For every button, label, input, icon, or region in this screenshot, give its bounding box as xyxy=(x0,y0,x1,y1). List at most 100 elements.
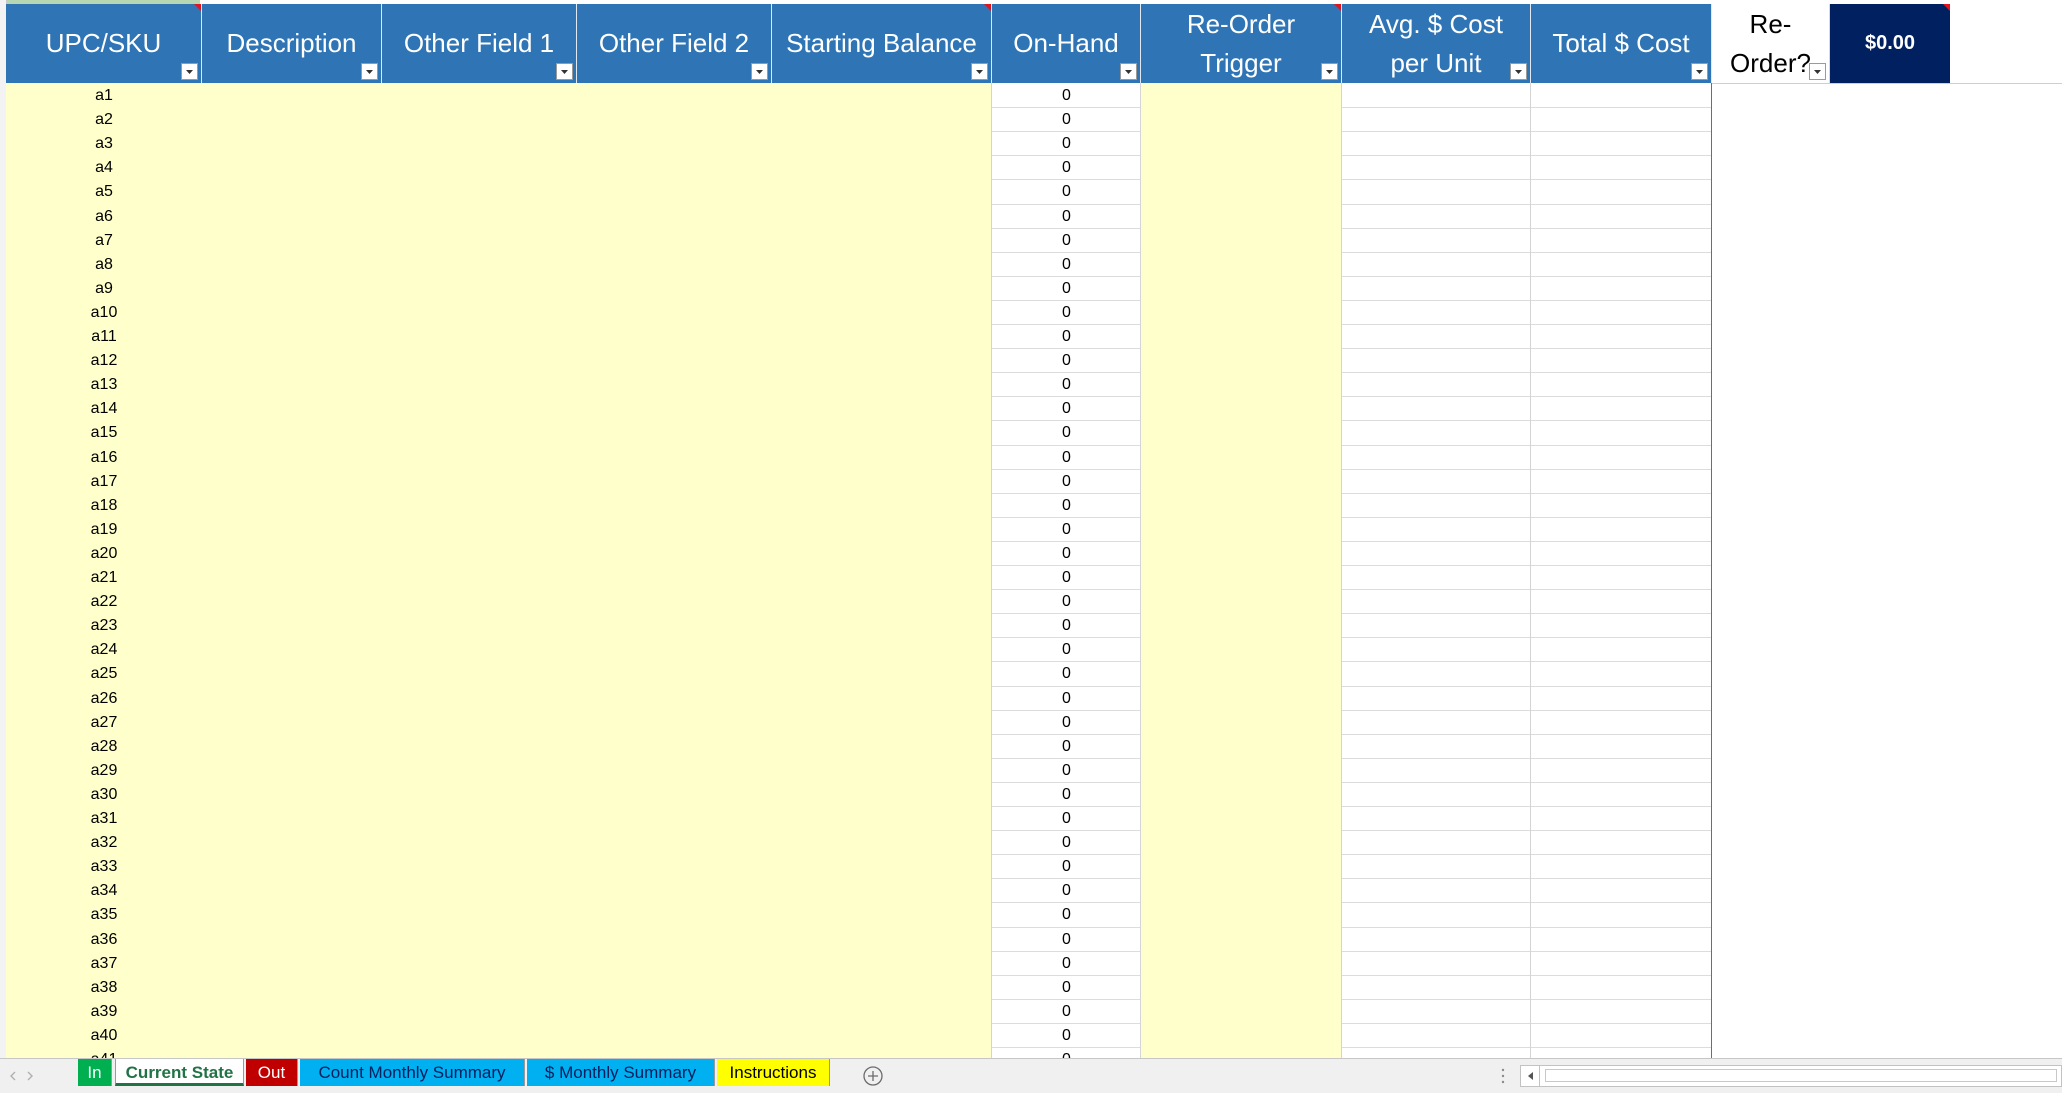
cell-sku[interactable]: a10 xyxy=(6,301,202,325)
cell-sku[interactable]: a4 xyxy=(6,156,202,180)
dropdown-filter-icon[interactable] xyxy=(1321,63,1338,80)
column-header-trigger[interactable]: Re-Order Trigger xyxy=(1141,4,1342,83)
cell-on-hand[interactable]: 0 xyxy=(992,325,1141,349)
dropdown-filter-icon[interactable] xyxy=(556,63,573,80)
dropdown-filter-icon[interactable] xyxy=(361,63,378,80)
cell-on-hand[interactable]: 0 xyxy=(992,976,1141,1000)
cell-sku[interactable]: a17 xyxy=(6,470,202,494)
cell-sku[interactable]: a29 xyxy=(6,759,202,783)
cell-sku[interactable]: a18 xyxy=(6,494,202,518)
split-handle-icon[interactable] xyxy=(1499,1067,1507,1085)
column-header-onhand[interactable]: On-Hand xyxy=(992,4,1141,83)
chevron-right-icon[interactable] xyxy=(22,1067,38,1085)
cell-sku[interactable]: a11 xyxy=(6,325,202,349)
cell-on-hand[interactable]: 0 xyxy=(992,735,1141,759)
cell-on-hand[interactable]: 0 xyxy=(992,253,1141,277)
cell-on-hand[interactable]: 0 xyxy=(992,84,1141,108)
cell-on-hand[interactable]: 0 xyxy=(992,928,1141,952)
cell-sku[interactable]: a14 xyxy=(6,397,202,421)
cell-on-hand[interactable]: 0 xyxy=(992,952,1141,976)
dropdown-filter-icon[interactable] xyxy=(751,63,768,80)
horizontal-scrollbar[interactable] xyxy=(1520,1065,2062,1087)
sheet-tab-count-monthly-summary[interactable]: Count Monthly Summary xyxy=(300,1059,525,1086)
cell-on-hand[interactable]: 0 xyxy=(992,542,1141,566)
cell-on-hand[interactable]: 0 xyxy=(992,108,1141,132)
cell-sku[interactable]: a36 xyxy=(6,928,202,952)
cell-sku[interactable]: a30 xyxy=(6,783,202,807)
comment-indicator-icon[interactable] xyxy=(1334,4,1341,11)
cell-sku[interactable]: a28 xyxy=(6,735,202,759)
cell-on-hand[interactable]: 0 xyxy=(992,759,1141,783)
dropdown-filter-icon[interactable] xyxy=(1809,63,1826,80)
chevron-left-icon[interactable] xyxy=(4,1067,20,1085)
cell-sku[interactable]: a3 xyxy=(6,132,202,156)
sheet-tab-monthly-summary[interactable]: $ Monthly Summary xyxy=(527,1059,715,1086)
cell-on-hand[interactable]: 0 xyxy=(992,277,1141,301)
cell-on-hand[interactable]: 0 xyxy=(992,831,1141,855)
column-header-avg[interactable]: Avg. $ Cost per Unit xyxy=(1342,4,1531,83)
cell-on-hand[interactable]: 0 xyxy=(992,349,1141,373)
cell-sku[interactable]: a34 xyxy=(6,879,202,903)
cell-on-hand[interactable]: 0 xyxy=(992,446,1141,470)
column-header-f1[interactable]: Other Field 1 xyxy=(382,4,577,83)
column-header-f2[interactable]: Other Field 2 xyxy=(577,4,772,83)
cell-on-hand[interactable]: 0 xyxy=(992,855,1141,879)
cell-sku[interactable]: a38 xyxy=(6,976,202,1000)
cell-sku[interactable]: a37 xyxy=(6,952,202,976)
column-header-total[interactable]: Total $ Cost xyxy=(1531,4,1712,83)
column-header-start[interactable]: Starting Balance xyxy=(772,4,992,83)
cell-sku[interactable]: a23 xyxy=(6,614,202,638)
dropdown-filter-icon[interactable] xyxy=(1510,63,1527,80)
cell-sku[interactable]: a27 xyxy=(6,711,202,735)
column-header-sum[interactable]: $0.00 xyxy=(1830,4,1950,83)
cell-on-hand[interactable]: 0 xyxy=(992,205,1141,229)
cell-on-hand[interactable]: 0 xyxy=(992,1000,1141,1024)
cell-sku[interactable]: a35 xyxy=(6,903,202,927)
cell-sku[interactable]: a20 xyxy=(6,542,202,566)
dropdown-filter-icon[interactable] xyxy=(1120,63,1137,80)
cell-on-hand[interactable]: 0 xyxy=(992,662,1141,686)
comment-indicator-icon[interactable] xyxy=(1943,4,1950,11)
scroll-left-icon[interactable] xyxy=(1521,1066,1540,1086)
cell-on-hand[interactable]: 0 xyxy=(992,879,1141,903)
plus-circle-icon[interactable] xyxy=(862,1065,884,1087)
cell-sku[interactable]: a2 xyxy=(6,108,202,132)
cell-sku[interactable]: a12 xyxy=(6,349,202,373)
cell-on-hand[interactable]: 0 xyxy=(992,180,1141,204)
cell-on-hand[interactable]: 0 xyxy=(992,421,1141,445)
cell-sku[interactable]: a24 xyxy=(6,638,202,662)
cell-on-hand[interactable]: 0 xyxy=(992,132,1141,156)
column-header-desc[interactable]: Description xyxy=(202,4,382,83)
cell-sku[interactable]: a9 xyxy=(6,277,202,301)
sheet-tab-in[interactable]: In xyxy=(78,1059,112,1086)
cell-sku[interactable]: a26 xyxy=(6,687,202,711)
comment-indicator-icon[interactable] xyxy=(984,4,991,11)
cell-sku[interactable]: a15 xyxy=(6,421,202,445)
cell-on-hand[interactable]: 0 xyxy=(992,1024,1141,1048)
cell-sku[interactable]: a1 xyxy=(6,84,202,108)
cell-sku[interactable]: a41 xyxy=(6,1048,202,1058)
cell-sku[interactable]: a16 xyxy=(6,446,202,470)
cell-sku[interactable]: a5 xyxy=(6,180,202,204)
cell-on-hand[interactable]: 0 xyxy=(992,470,1141,494)
cell-sku[interactable]: a7 xyxy=(6,229,202,253)
sheet-tab-out[interactable]: Out xyxy=(246,1059,298,1086)
cell-on-hand[interactable]: 0 xyxy=(992,156,1141,180)
cell-sku[interactable]: a40 xyxy=(6,1024,202,1048)
cell-on-hand[interactable]: 0 xyxy=(992,229,1141,253)
column-header-reorder[interactable]: Re-Order? xyxy=(1712,4,1830,83)
cell-sku[interactable]: a8 xyxy=(6,253,202,277)
cell-on-hand[interactable]: 0 xyxy=(992,1048,1141,1058)
cell-on-hand[interactable]: 0 xyxy=(992,566,1141,590)
scrollbar-thumb[interactable] xyxy=(1545,1069,2057,1082)
sheet-tab-current-state[interactable]: Current State xyxy=(115,1059,244,1086)
cell-sku[interactable]: a39 xyxy=(6,1000,202,1024)
cell-on-hand[interactable]: 0 xyxy=(992,590,1141,614)
cell-sku[interactable]: a19 xyxy=(6,518,202,542)
cell-on-hand[interactable]: 0 xyxy=(992,373,1141,397)
cell-on-hand[interactable]: 0 xyxy=(992,397,1141,421)
comment-indicator-icon[interactable] xyxy=(194,4,201,11)
cell-sku[interactable]: a22 xyxy=(6,590,202,614)
cell-sku[interactable]: a31 xyxy=(6,807,202,831)
dropdown-filter-icon[interactable] xyxy=(181,63,198,80)
